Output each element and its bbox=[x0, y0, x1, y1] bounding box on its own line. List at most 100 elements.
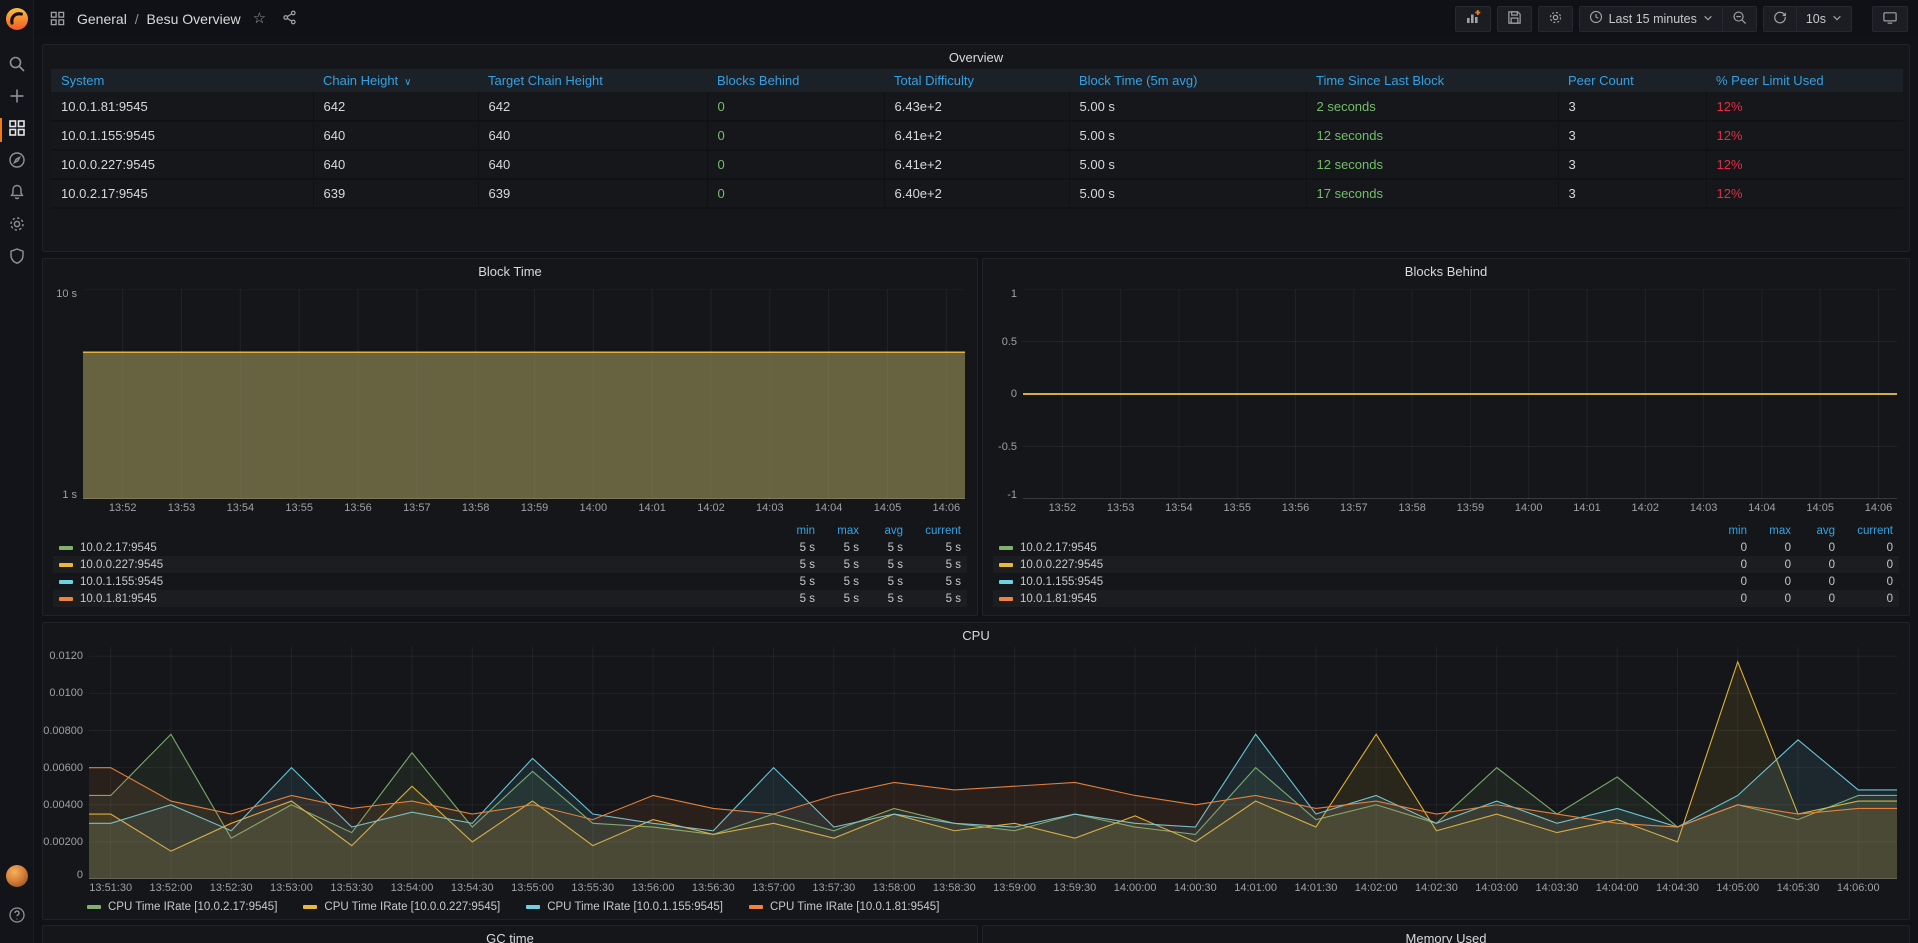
table-cell: 12% bbox=[1706, 121, 1903, 150]
y-axis-tick: 0.5 bbox=[1002, 336, 1017, 348]
refresh-interval-dropdown[interactable]: 10s bbox=[1797, 6, 1852, 32]
panel-title-memory-used[interactable]: Memory Used bbox=[983, 926, 1909, 943]
panel-title-overview[interactable]: Overview bbox=[43, 45, 1909, 69]
block-time-chart[interactable] bbox=[83, 289, 965, 499]
legend-stat-value: 0 bbox=[1703, 576, 1747, 588]
legend-stat-value: 0 bbox=[1703, 542, 1747, 554]
column-header[interactable]: Block Time (5m avg) bbox=[1069, 69, 1306, 92]
grafana-logo[interactable] bbox=[4, 6, 30, 32]
sidebar-item-dashboards[interactable] bbox=[0, 114, 34, 146]
legend-swatch-icon bbox=[999, 580, 1013, 584]
legend-swatch-icon bbox=[999, 597, 1013, 601]
legend-stat-value: 0 bbox=[1747, 576, 1791, 588]
x-axis-tick: 13:56 bbox=[1282, 502, 1310, 514]
legend-series-name[interactable]: 10.0.1.81:9545 bbox=[999, 593, 1703, 605]
zoom-out-button[interactable] bbox=[1723, 6, 1757, 32]
column-header[interactable]: System bbox=[51, 69, 313, 92]
star-dashboard-button[interactable]: ☆ bbox=[249, 9, 270, 28]
share-dashboard-button[interactable] bbox=[278, 8, 301, 30]
column-header[interactable]: % Peer Limit Used bbox=[1706, 69, 1903, 92]
x-axis-tick: 13:58 bbox=[462, 502, 490, 514]
table-cell: 639 bbox=[478, 179, 707, 208]
save-icon bbox=[1507, 10, 1522, 28]
breadcrumb-section[interactable]: General bbox=[77, 11, 127, 27]
main-area: General / Besu Overview ☆ bbox=[34, 0, 1918, 943]
dashboard-settings-button[interactable] bbox=[1538, 6, 1573, 32]
legend-series-name[interactable]: 10.0.1.155:9545 bbox=[999, 576, 1703, 588]
legend-stat-header[interactable]: min bbox=[771, 525, 815, 537]
blocks-behind-chart[interactable] bbox=[1023, 289, 1897, 499]
time-range-label: Last 15 minutes bbox=[1609, 12, 1697, 26]
x-axis-tick: 13:56:00 bbox=[632, 882, 675, 894]
user-avatar[interactable] bbox=[6, 865, 28, 887]
sidebar-item-create[interactable] bbox=[0, 82, 34, 114]
table-cell: 5.00 s bbox=[1069, 150, 1306, 179]
legend-item[interactable]: CPU Time IRate [10.0.0.227:9545] bbox=[303, 901, 500, 913]
legend-series-name[interactable]: 10.0.1.155:9545 bbox=[59, 576, 771, 588]
sidebar-item-explore[interactable] bbox=[0, 146, 34, 178]
refresh-button[interactable] bbox=[1763, 6, 1797, 32]
breadcrumb-title[interactable]: Besu Overview bbox=[146, 11, 240, 27]
sidebar-item-help[interactable] bbox=[0, 901, 34, 933]
column-header[interactable]: Blocks Behind bbox=[707, 69, 884, 92]
legend-row: 10.0.1.155:95450000 bbox=[993, 573, 1899, 590]
column-header[interactable]: Time Since Last Block bbox=[1306, 69, 1558, 92]
x-axis-tick: 14:01:00 bbox=[1234, 882, 1277, 894]
legend-series-name[interactable]: 10.0.0.227:9545 bbox=[59, 559, 771, 571]
table-cell: 5.00 s bbox=[1069, 121, 1306, 150]
dashboard-canvas: Overview SystemChain Height∨Target Chain… bbox=[34, 37, 1918, 943]
legend-item[interactable]: CPU Time IRate [10.0.1.155:9545] bbox=[526, 901, 723, 913]
sidebar-item-configuration[interactable] bbox=[0, 210, 34, 242]
add-panel-button[interactable] bbox=[1455, 6, 1491, 32]
legend-stat-header[interactable]: max bbox=[1747, 525, 1791, 537]
legend-item[interactable]: CPU Time IRate [10.0.2.17:9545] bbox=[87, 901, 277, 913]
legend-series-name[interactable]: 10.0.0.227:9545 bbox=[999, 559, 1703, 571]
column-header[interactable]: Total Difficulty bbox=[884, 69, 1069, 92]
legend-stat-value: 5 s bbox=[859, 542, 903, 554]
grafana-app: General / Besu Overview ☆ bbox=[0, 0, 1918, 943]
panel-title-gc-time[interactable]: GC time bbox=[43, 926, 977, 943]
panel-title-blocks-behind[interactable]: Blocks Behind bbox=[983, 259, 1909, 283]
legend-stat-value: 5 s bbox=[903, 559, 961, 571]
legend-row: 10.0.1.155:95455 s5 s5 s5 s bbox=[53, 573, 967, 590]
cycle-view-mode-button[interactable] bbox=[1872, 6, 1908, 32]
sidebar-item-alerting[interactable] bbox=[0, 178, 34, 210]
time-range-picker[interactable]: Last 15 minutes bbox=[1579, 6, 1723, 32]
legend-series-name[interactable]: 10.0.2.17:9545 bbox=[59, 542, 771, 554]
refresh-interval-label: 10s bbox=[1806, 12, 1826, 26]
legend-stat-value: 5 s bbox=[903, 542, 961, 554]
x-axis-tick: 13:53:30 bbox=[330, 882, 373, 894]
column-header[interactable]: Target Chain Height bbox=[478, 69, 707, 92]
sidebar-item-search[interactable] bbox=[0, 50, 34, 82]
table-cell: 640 bbox=[478, 150, 707, 179]
sort-caret-icon: ∨ bbox=[404, 77, 411, 88]
legend-series-name[interactable]: 10.0.2.17:9545 bbox=[999, 542, 1703, 554]
search-icon bbox=[8, 55, 26, 78]
breadcrumb: General / Besu Overview bbox=[77, 11, 241, 27]
table-cell: 3 bbox=[1558, 92, 1706, 121]
legend-stat-header[interactable]: avg bbox=[859, 525, 903, 537]
panel-title-block-time[interactable]: Block Time bbox=[43, 259, 977, 283]
x-axis-tick: 13:55:00 bbox=[511, 882, 554, 894]
cpu-chart[interactable] bbox=[89, 647, 1897, 879]
legend-stat-header[interactable]: current bbox=[903, 525, 961, 537]
x-axis-tick: 14:01 bbox=[638, 502, 666, 514]
legend-stat-value: 0 bbox=[1791, 542, 1835, 554]
sidebar-item-server-admin[interactable] bbox=[0, 242, 34, 274]
legend-stat-value: 5 s bbox=[903, 576, 961, 588]
legend-stat-value: 5 s bbox=[771, 559, 815, 571]
legend-item[interactable]: CPU Time IRate [10.0.1.81:9545] bbox=[749, 901, 939, 913]
column-header[interactable]: Chain Height∨ bbox=[313, 69, 478, 92]
x-axis-tick: 13:51:30 bbox=[89, 882, 132, 894]
legend-stat-header[interactable]: avg bbox=[1791, 525, 1835, 537]
legend-stat-header[interactable]: min bbox=[1703, 525, 1747, 537]
table-cell: 0 bbox=[707, 92, 884, 121]
table-cell: 640 bbox=[313, 150, 478, 179]
dashboard-icon bbox=[46, 9, 69, 28]
column-header[interactable]: Peer Count bbox=[1558, 69, 1706, 92]
save-dashboard-button[interactable] bbox=[1497, 6, 1532, 32]
legend-stat-header[interactable]: max bbox=[815, 525, 859, 537]
legend-series-name[interactable]: 10.0.1.81:9545 bbox=[59, 593, 771, 605]
panel-title-cpu[interactable]: CPU bbox=[43, 623, 1909, 647]
legend-stat-header[interactable]: current bbox=[1835, 525, 1893, 537]
